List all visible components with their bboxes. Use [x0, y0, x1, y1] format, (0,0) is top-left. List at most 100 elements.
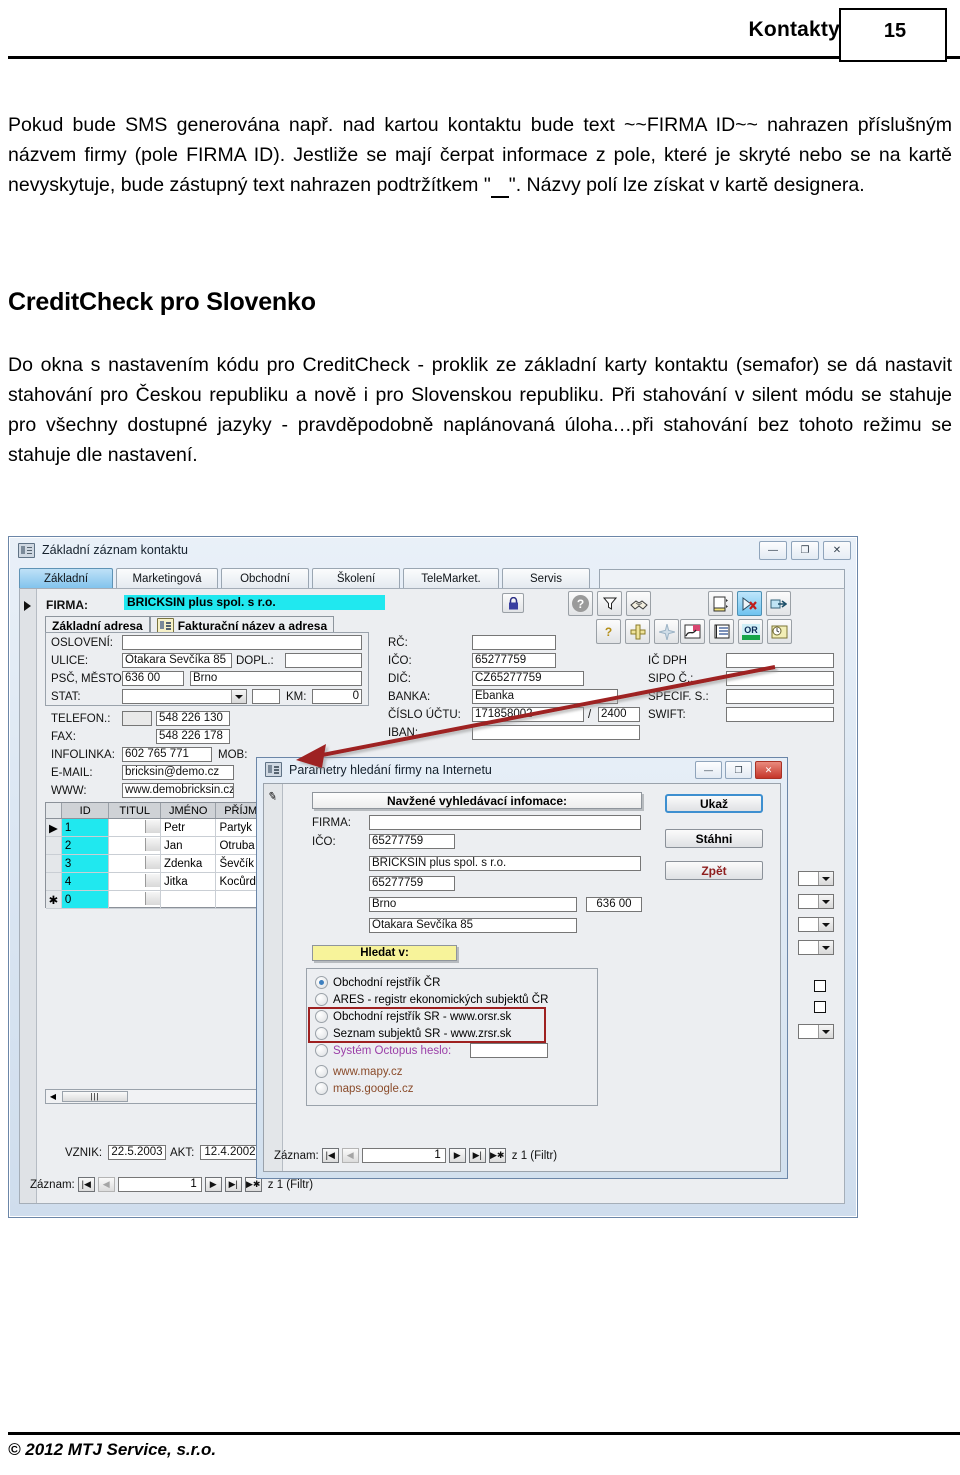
stat-code-input[interactable]	[252, 689, 280, 704]
chevron-down-icon[interactable]	[818, 1025, 833, 1038]
radio-icon[interactable]	[315, 1065, 328, 1078]
nav-last-button[interactable]: ▶|	[468, 1148, 486, 1163]
tab-marketingova[interactable]: Marketingová	[116, 568, 218, 589]
fax-input[interactable]: 548 226 178	[156, 729, 230, 744]
filter-icon[interactable]	[597, 591, 622, 616]
radio-obchodni-rejstrik-cr[interactable]: Obchodní rejstřík ČR	[315, 975, 440, 990]
dic-input[interactable]: CZ65277759	[472, 671, 584, 686]
iban-input[interactable]	[472, 725, 640, 740]
right-checkbox-1[interactable]	[814, 980, 826, 992]
cell-titul[interactable]	[109, 891, 161, 908]
minimize-button[interactable]: —	[759, 541, 787, 560]
list-icon[interactable]	[709, 619, 734, 644]
chevron-down-icon[interactable]	[144, 820, 160, 833]
right-combo-4[interactable]	[798, 940, 834, 955]
table-row-new[interactable]: ✱ 0	[46, 891, 267, 909]
psc-input[interactable]: 636 00	[122, 671, 184, 686]
swift-input[interactable]	[726, 707, 834, 722]
chevron-down-icon[interactable]	[818, 895, 833, 908]
cislo-uctu-input[interactable]: 171858002	[472, 707, 584, 722]
rc-input[interactable]	[472, 635, 556, 650]
radio-icon[interactable]	[315, 1082, 328, 1095]
chevron-down-icon[interactable]	[231, 690, 246, 703]
chevron-down-icon[interactable]	[144, 892, 160, 905]
cell-jmeno[interactable]	[161, 891, 217, 908]
infolinka-input[interactable]: 602 765 771	[122, 747, 212, 762]
kod-banky-input[interactable]: 2400	[598, 707, 640, 722]
radio-mapy-cz[interactable]: www.mapy.cz	[315, 1064, 402, 1079]
hint-icon[interactable]: ?	[596, 619, 621, 644]
dialog-record-selector[interactable]: ✎	[264, 784, 283, 1171]
cell-jmeno[interactable]: Petr	[161, 819, 217, 836]
telefon-input[interactable]: 548 226 130	[156, 711, 230, 726]
nav-next-button[interactable]: ▶	[448, 1148, 466, 1163]
or-icon[interactable]: OR	[738, 619, 763, 644]
no-entry-icon[interactable]	[737, 591, 762, 616]
km-input[interactable]: 0	[312, 689, 362, 704]
table-row[interactable]: 2 Jan Otruba	[46, 837, 267, 855]
ukaz-button[interactable]: Ukaž	[665, 794, 763, 813]
tab-obchodni[interactable]: Obchodní	[221, 568, 309, 589]
cell-jmeno[interactable]: Jan	[161, 837, 217, 854]
radio-ares[interactable]: ARES - registr ekonomických subjektů ČR	[315, 992, 548, 1007]
suggestion-ico[interactable]: 65277759	[369, 876, 455, 891]
firma-value[interactable]: BRICKSIN plus spol. s r.o.	[124, 595, 385, 610]
tab-telemarket[interactable]: TeleMarket.	[403, 568, 499, 589]
window-menu-icon[interactable]	[18, 542, 35, 558]
signature-icon[interactable]	[680, 619, 705, 644]
tab-skoleni[interactable]: Školení	[312, 568, 400, 589]
zpet-button[interactable]: Zpět	[665, 861, 763, 880]
nav-prev-button[interactable]: ◀	[97, 1177, 115, 1192]
help-icon[interactable]: ?	[568, 591, 593, 616]
cell-titul[interactable]	[109, 855, 161, 872]
nav-current-record[interactable]: 1	[117, 1177, 202, 1192]
right-combo-1[interactable]	[798, 871, 834, 886]
grid-header-titul[interactable]: TITUL	[109, 803, 161, 818]
cell-id[interactable]: 2	[61, 837, 110, 854]
cell-titul[interactable]	[109, 837, 161, 854]
handshake-icon[interactable]	[626, 591, 651, 616]
ico-input[interactable]: 65277759	[472, 653, 556, 668]
osloveni-input[interactable]	[122, 635, 362, 650]
stahni-button[interactable]: Stáhni	[665, 829, 763, 848]
grid-header-jmeno[interactable]: JMÉNO	[161, 803, 217, 818]
grid-hscrollbar[interactable]: ◀ |||	[45, 1089, 267, 1104]
www-input[interactable]: www.demobricksin.cz	[122, 783, 234, 798]
export-arrow-icon[interactable]	[766, 591, 791, 616]
nav-first-button[interactable]: |◀	[77, 1177, 95, 1192]
table-row[interactable]: ▶ 1 Petr Partyk	[46, 819, 267, 837]
mesto-input[interactable]: Brno	[190, 671, 362, 686]
telefon-prefix-input[interactable]	[122, 711, 152, 726]
cell-titul[interactable]	[109, 819, 161, 836]
nav-prev-button[interactable]: ◀	[341, 1148, 359, 1163]
sparkle-icon[interactable]	[654, 619, 679, 644]
radio-icon[interactable]	[315, 1044, 328, 1057]
nav-current-record[interactable]: 1	[361, 1148, 446, 1163]
radio-maps-google-cz[interactable]: maps.google.cz	[315, 1081, 414, 1096]
right-checkbox-2[interactable]	[814, 1001, 826, 1013]
suggestion-zip[interactable]: 636 00	[586, 897, 642, 912]
lock-icon[interactable]	[502, 593, 524, 613]
suggestion-city[interactable]: Brno	[369, 897, 577, 912]
cell-jmeno[interactable]: Zdenka	[161, 855, 217, 872]
akt-value[interactable]: 12.4.2002	[200, 1145, 260, 1160]
cell-id[interactable]: 4	[61, 873, 110, 890]
suggestion-street[interactable]: Otakara Ševčíka 85	[369, 918, 577, 933]
cell-id[interactable]: 0	[61, 891, 110, 908]
book-icon[interactable]	[708, 591, 733, 616]
radio-icon[interactable]	[315, 993, 328, 1006]
cell-jmeno[interactable]: Jitka	[161, 873, 217, 890]
close-button[interactable]: ✕	[823, 541, 851, 560]
dialog-firma-input[interactable]	[369, 815, 641, 830]
dialog-minimize-button[interactable]: —	[695, 761, 722, 779]
octopus-password-input[interactable]	[470, 1043, 548, 1058]
table-row[interactable]: 3 Zdenka Ševčík	[46, 855, 267, 873]
grid-header-id[interactable]: ID	[62, 803, 110, 818]
vznik-value[interactable]: 22.5.2003	[108, 1145, 166, 1160]
scroll-thumb[interactable]: |||	[62, 1091, 128, 1102]
ulice-input[interactable]: Otakara Ševčíka 85	[122, 653, 232, 668]
chevron-down-icon[interactable]	[818, 941, 833, 954]
tab-servis[interactable]: Servis	[502, 568, 590, 589]
maximize-button[interactable]: ❐	[791, 541, 819, 560]
ic-dph-input[interactable]	[726, 653, 834, 668]
